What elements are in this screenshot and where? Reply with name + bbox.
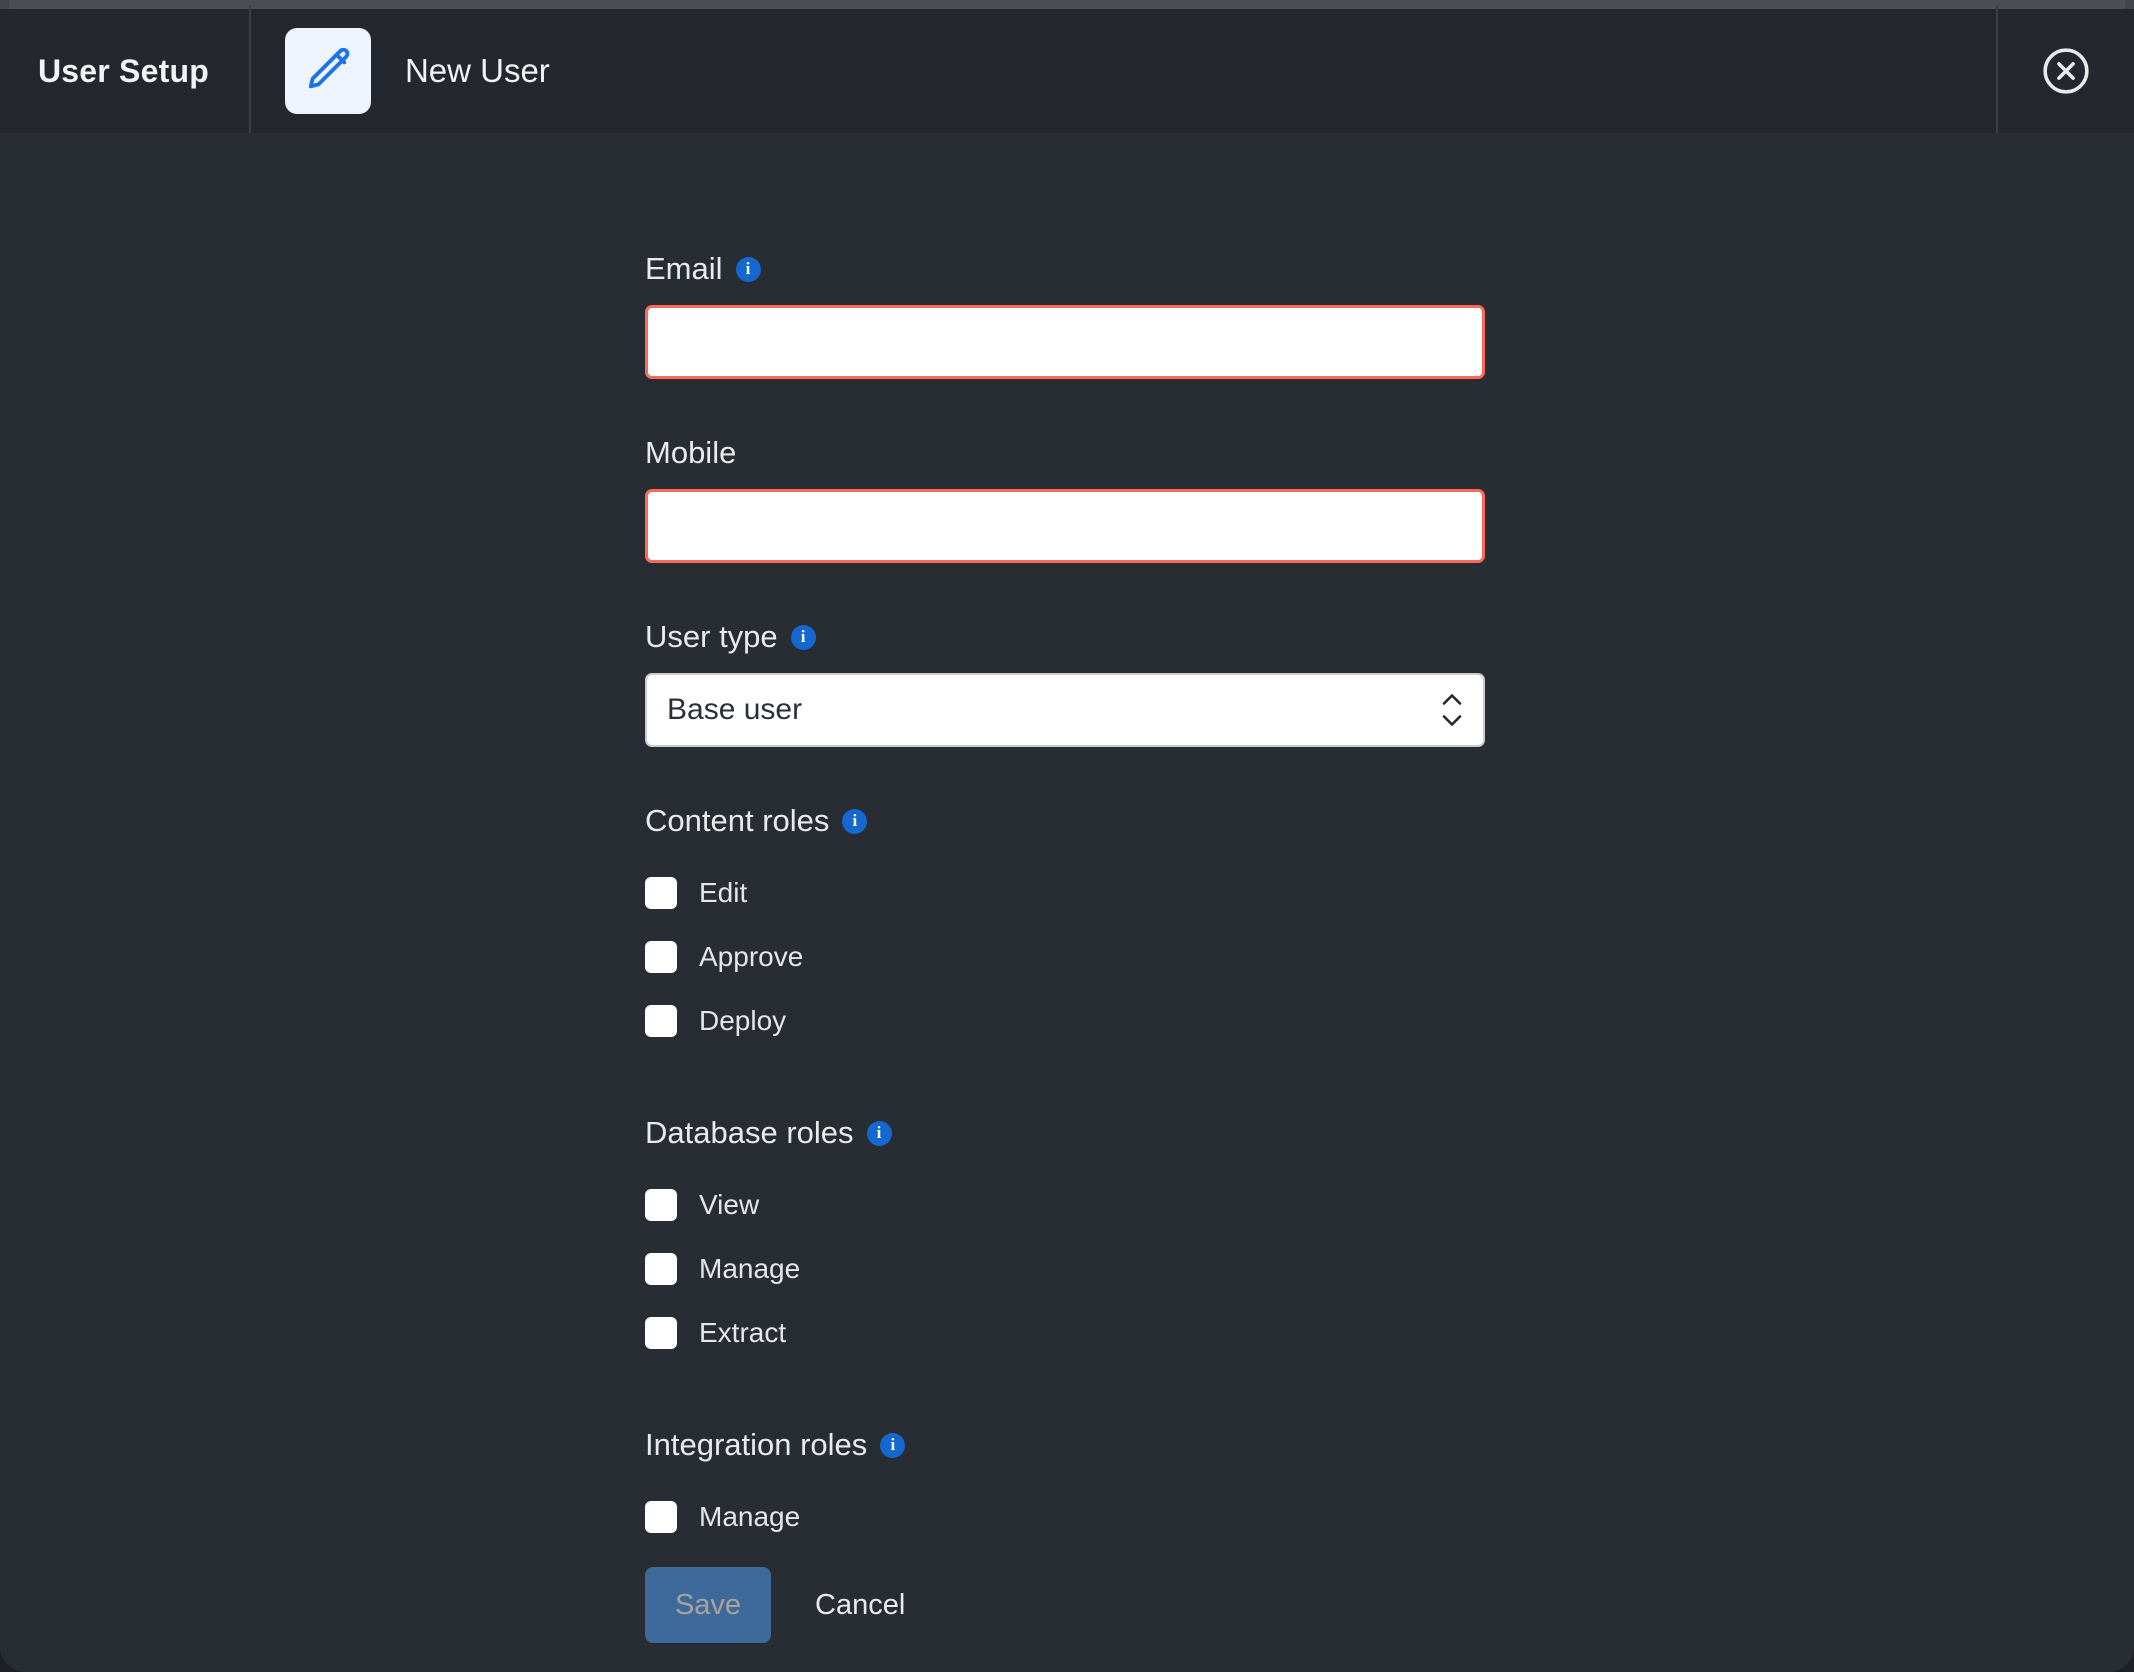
mobile-label-row: Mobile — [645, 435, 1485, 471]
header-spacer — [550, 9, 1996, 133]
user-type-label-row: User type i — [645, 619, 1485, 655]
checkbox-row-content-approve[interactable]: Approve — [645, 935, 803, 979]
form-actions: Save Cancel — [645, 1567, 1485, 1643]
email-label-row: Email i — [645, 251, 1485, 287]
user-type-selected-value: Base user — [667, 693, 803, 726]
database-roles-title-row: Database roles i — [645, 1115, 1485, 1151]
spacer-after-content-roles — [645, 1063, 1485, 1115]
section-database-roles: Database roles i View Manage Extract — [645, 1115, 1485, 1355]
checkbox-label-content-edit: Edit — [699, 877, 748, 908]
field-user-type: User type i Base user — [645, 619, 1485, 747]
integration-roles-info-icon[interactable]: i — [880, 1432, 906, 1458]
checkbox-database-view[interactable] — [645, 1189, 677, 1221]
email-label: Email — [645, 251, 723, 286]
user-type-label: User type — [645, 619, 778, 654]
checkbox-content-approve[interactable] — [645, 941, 677, 973]
close-button[interactable] — [1998, 9, 2134, 133]
checkbox-row-content-edit[interactable]: Edit — [645, 871, 747, 915]
save-button[interactable]: Save — [645, 1567, 771, 1643]
integration-roles-title-row: Integration roles i — [645, 1427, 1485, 1463]
cancel-button[interactable]: Cancel — [815, 1589, 905, 1622]
checkbox-integration-manage[interactable] — [645, 1501, 677, 1533]
page-title: New User — [404, 52, 550, 89]
form-body: Email i Mobile User type i Base user Con… — [0, 133, 2134, 1672]
close-circle-icon — [2041, 46, 2091, 96]
spacer-after-mobile — [645, 563, 1485, 619]
dialog-header: User Setup New User — [0, 4, 2134, 138]
user-type-select-wrap: Base user — [645, 673, 1485, 747]
content-roles-title-row: Content roles i — [645, 803, 1485, 839]
user-type-select[interactable]: Base user — [645, 673, 1485, 747]
email-input[interactable] — [645, 305, 1485, 379]
checkbox-label-integration-manage: Manage — [699, 1501, 801, 1532]
checkbox-content-deploy[interactable] — [645, 1005, 677, 1037]
window-chrome-strip — [0, 0, 2134, 9]
section-integration-roles: Integration roles i Manage — [645, 1427, 1485, 1539]
checkbox-database-extract[interactable] — [645, 1317, 677, 1349]
checkbox-database-manage[interactable] — [645, 1253, 677, 1285]
new-user-dialog: User Setup New User Email i Mobile User … — [0, 0, 2134, 1672]
checkbox-row-database-extract[interactable]: Extract — [645, 1311, 786, 1355]
integration-roles-title: Integration roles — [645, 1427, 868, 1462]
breadcrumb-user-setup[interactable]: User Setup — [0, 53, 249, 90]
content-roles-title: Content roles — [645, 803, 830, 838]
checkbox-label-content-deploy: Deploy — [699, 1005, 787, 1036]
spacer-after-database-roles — [645, 1375, 1485, 1427]
checkbox-label-content-approve: Approve — [699, 941, 804, 972]
spacer-after-email — [645, 379, 1485, 435]
checkbox-row-integration-manage[interactable]: Manage — [645, 1495, 800, 1539]
field-mobile: Mobile — [645, 435, 1485, 563]
mobile-input[interactable] — [645, 489, 1485, 563]
checkbox-row-content-deploy[interactable]: Deploy — [645, 999, 786, 1043]
email-info-icon[interactable]: i — [735, 256, 761, 282]
checkbox-label-database-extract: Extract — [699, 1317, 787, 1348]
breadcrumb-new-user: New User — [251, 28, 550, 114]
checkbox-content-edit[interactable] — [645, 877, 677, 909]
section-content-roles: Content roles i Edit Approve Deploy — [645, 803, 1485, 1043]
form-column: Email i Mobile User type i Base user Con… — [645, 251, 1485, 1643]
checkbox-label-database-manage: Manage — [699, 1253, 801, 1284]
checkbox-label-database-view: View — [699, 1189, 760, 1220]
user-type-info-icon[interactable]: i — [790, 624, 816, 650]
pencil-icon-chip[interactable] — [284, 28, 371, 114]
checkbox-row-database-view[interactable]: View — [645, 1183, 759, 1227]
content-roles-info-icon[interactable]: i — [842, 808, 868, 834]
spacer-after-user-type — [645, 747, 1485, 803]
field-email: Email i — [645, 251, 1485, 379]
checkbox-row-database-manage[interactable]: Manage — [645, 1247, 800, 1291]
database-roles-info-icon[interactable]: i — [866, 1120, 892, 1146]
mobile-label: Mobile — [645, 435, 737, 470]
database-roles-title: Database roles — [645, 1115, 854, 1150]
pencil-icon — [305, 48, 351, 94]
